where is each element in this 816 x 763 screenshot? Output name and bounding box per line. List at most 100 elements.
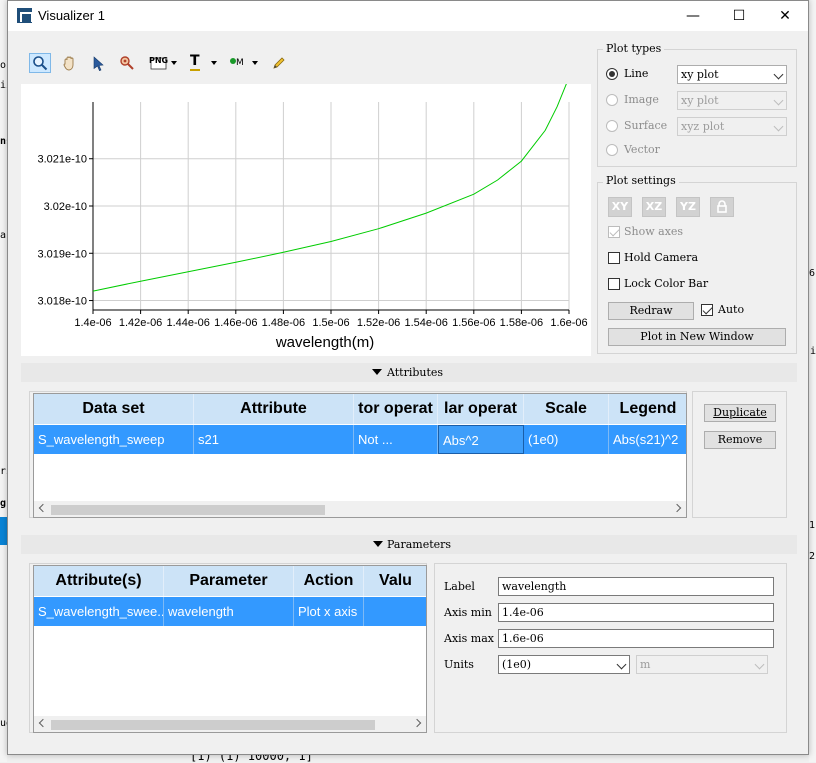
lock-color-bar-label: Lock Color Bar [624, 277, 709, 290]
show-axes-label: Show axes [624, 225, 684, 238]
view-yz-button[interactable]: YZ [676, 197, 700, 217]
x-tick-label: 1.48e-06 [262, 317, 305, 329]
marker-tool-label: M [236, 58, 244, 68]
scroll-left-icon[interactable] [38, 503, 48, 513]
pan-tool-button[interactable] [58, 53, 80, 73]
minimize-button[interactable]: — [670, 1, 716, 31]
redraw-button[interactable]: Redraw [608, 302, 694, 320]
attributes-column-header[interactable]: tor operat [354, 394, 438, 424]
hand-icon [63, 56, 74, 71]
axis-min-input[interactable]: 1.4e-06 [498, 603, 774, 622]
chevron-down-icon [252, 61, 258, 65]
parameters-section-header[interactable]: Parameters [21, 535, 797, 554]
x-tick-label: 1.42e-06 [119, 317, 162, 329]
x-tick-label: 1.56e-06 [452, 317, 495, 329]
close-button[interactable]: ✕ [762, 1, 808, 31]
scrollbar-thumb[interactable] [51, 720, 375, 730]
surface-plot-combo[interactable]: xyz plot [677, 117, 787, 136]
scroll-left-icon[interactable] [38, 718, 48, 728]
attributes-horizontal-scrollbar[interactable] [34, 501, 686, 517]
table-row-cell[interactable]: Abs^2 [438, 425, 524, 454]
background-fragment: o [0, 60, 7, 71]
units-unit-value: m [640, 658, 651, 671]
magnifier-icon [33, 56, 48, 71]
attributes-column-header[interactable]: lar operat [438, 394, 524, 424]
lock-view-button[interactable] [710, 197, 734, 217]
show-axes-checkbox[interactable] [608, 226, 620, 238]
probe-icon [120, 56, 134, 70]
marker-tool-button[interactable]: M [227, 53, 261, 73]
auto-checkbox[interactable] [701, 304, 713, 316]
hold-camera-checkbox[interactable] [608, 252, 620, 264]
export-png-button[interactable]: PNG [145, 53, 179, 73]
remove-button[interactable]: Remove [704, 431, 776, 449]
label-input[interactable]: wavelength [498, 577, 774, 596]
plot-in-new-window-button[interactable]: Plot in New Window [608, 328, 786, 346]
lock-icon [717, 200, 727, 213]
parameters-column-header[interactable]: Action [294, 566, 364, 596]
probe-tool-button[interactable] [116, 53, 138, 73]
view-xz-button[interactable]: XZ [642, 197, 666, 217]
scrollbar-thumb[interactable] [51, 505, 325, 515]
maximize-button[interactable]: ☐ [716, 1, 762, 31]
title-bar[interactable]: Visualizer 1 — ☐ ✕ [8, 1, 808, 31]
lock-color-bar-checkbox[interactable] [608, 278, 620, 290]
draw-tool-button[interactable] [268, 53, 290, 73]
plot-settings-title: Plot settings [603, 174, 679, 187]
attributes-column-header[interactable]: Attribute [194, 394, 354, 424]
table-row-cell[interactable]: S_wavelength_swee... [34, 597, 164, 626]
plot-type-surface-radio[interactable] [606, 120, 618, 132]
scroll-right-icon[interactable] [412, 718, 422, 728]
table-row-cell[interactable]: Not ... [354, 425, 438, 454]
chevron-down-icon [773, 121, 784, 132]
table-row-cell[interactable]: Abs(s21)^2 [609, 425, 686, 454]
background-fragment: g [0, 498, 7, 509]
y-tick-label: 3.018e-10 [37, 296, 87, 308]
table-row-cell[interactable]: wavelength [164, 597, 294, 626]
plot-types-title: Plot types [603, 42, 665, 55]
line-plot-combo[interactable]: xy plot [677, 65, 787, 84]
x-tick-label: 1.46e-06 [214, 317, 257, 329]
parameters-column-header[interactable]: Parameter [164, 566, 294, 596]
scroll-right-icon[interactable] [672, 503, 682, 513]
background-fragment: i [810, 346, 816, 357]
image-plot-combo[interactable]: xy plot [677, 91, 787, 110]
attributes-section-title: Attributes [387, 366, 444, 379]
attributes-section-header[interactable]: Attributes [21, 363, 797, 382]
parameters-horizontal-scrollbar[interactable] [34, 716, 426, 732]
attributes-column-header[interactable]: Legend [609, 394, 686, 424]
chevron-down-icon [211, 61, 217, 65]
parameters-table: Attribute(s) Parameter Action Valu S_wav… [33, 565, 427, 733]
duplicate-button[interactable]: Duplicate [704, 404, 776, 422]
table-row-cell[interactable]: (1e0) [524, 425, 609, 454]
plot-type-line-label: Line [624, 67, 649, 80]
plot-type-vector-radio[interactable] [606, 144, 618, 156]
parameters-section-title: Parameters [387, 538, 452, 551]
table-row-cell[interactable]: S_wavelength_sweep [34, 425, 194, 454]
select-tool-button[interactable] [87, 53, 109, 73]
window-title: Visualizer 1 [38, 8, 105, 23]
table-row-cell[interactable]: s21 [194, 425, 354, 454]
zoom-tool-button[interactable] [29, 53, 51, 73]
units-unit-combo[interactable]: m [636, 655, 768, 674]
surface-plot-combo-value: xyz plot [681, 120, 725, 133]
plot-type-line-radio[interactable] [606, 68, 618, 80]
table-row-cell[interactable]: Plot x axis [294, 597, 364, 626]
x-tick-label: 1.4e-06 [74, 317, 111, 329]
parameters-column-header[interactable]: Valu [364, 566, 426, 596]
attributes-column-header[interactable]: Scale [524, 394, 609, 424]
units-scale-combo[interactable]: (1e0) [498, 655, 630, 674]
view-xy-button[interactable]: XY [608, 197, 632, 217]
table-row-cell[interactable] [364, 597, 426, 626]
attributes-column-header[interactable]: Data set [34, 394, 194, 424]
axis-max-input[interactable]: 1.6e-06 [498, 629, 774, 648]
background-fragment: 2 [809, 551, 816, 562]
chevron-down-icon [754, 659, 765, 670]
parameters-column-header[interactable]: Attribute(s) [34, 566, 164, 596]
line-plot-combo-value: xy plot [681, 68, 719, 81]
plot-area[interactable]: 1.4e-06 1.42e-06 1.44e-06 1.46e-06 1.48e-06 1… [21, 77, 591, 356]
image-plot-combo-value: xy plot [681, 94, 719, 107]
text-tool-button[interactable]: T [186, 53, 220, 73]
plot-type-image-radio[interactable] [606, 94, 618, 106]
line-chart: 1.4e-06 1.42e-06 1.44e-06 1.46e-06 1.48e-06 1… [37, 77, 588, 351]
